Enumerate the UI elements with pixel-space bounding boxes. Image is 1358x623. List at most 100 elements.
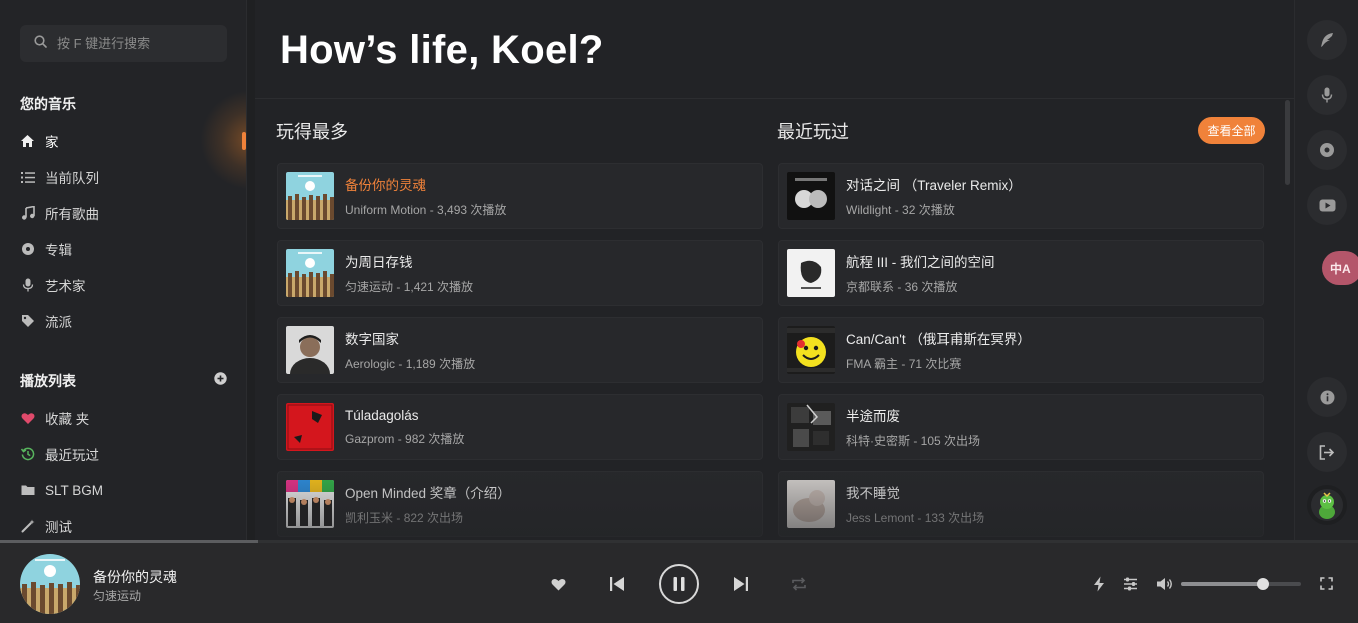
add-playlist-button[interactable] bbox=[214, 372, 227, 385]
song-title[interactable]: 我不睡觉 bbox=[846, 482, 984, 502]
song-title[interactable]: 对话之间 （Traveler Remix） bbox=[846, 174, 1022, 194]
song-title[interactable]: 数字国家 bbox=[345, 328, 475, 348]
plus-circle-icon bbox=[214, 372, 227, 385]
artist-info-button[interactable] bbox=[1307, 75, 1347, 115]
song-card[interactable]: Can/Can't （俄耳甫斯在冥界） FMA 霸主 - 71 次比赛 bbox=[778, 317, 1264, 383]
album-cover bbox=[787, 172, 835, 220]
your-music-heading: 您的音乐 bbox=[20, 96, 76, 112]
tag-icon bbox=[20, 314, 35, 329]
volume-slider[interactable] bbox=[1181, 578, 1301, 590]
song-card[interactable]: 航程 III - 我们之间的空间 京都联系 - 36 次播放 bbox=[778, 240, 1264, 306]
mute-button[interactable] bbox=[1156, 576, 1174, 592]
play-count: 32 次播放 bbox=[902, 203, 955, 217]
translate-icon: 中A bbox=[1330, 261, 1351, 276]
now-playing-artist[interactable]: 匀速运动 bbox=[93, 587, 141, 604]
heart-icon bbox=[551, 578, 566, 590]
song-artist[interactable]: 科特·史密斯 bbox=[846, 434, 910, 448]
sidebar-item-genres[interactable]: 流派 bbox=[20, 311, 72, 331]
heart-icon bbox=[20, 411, 35, 426]
song-card[interactable]: 为周日存钱 匀速运动 - 1,421 次播放 bbox=[277, 240, 763, 306]
sidebar-item-all-songs[interactable]: 所有歌曲 bbox=[20, 203, 99, 223]
playlist-item-slt-bgm[interactable]: SLT BGM bbox=[20, 480, 103, 500]
progress-bar[interactable] bbox=[0, 540, 1358, 543]
player-bar: 备份你的灵魂 匀速运动 bbox=[0, 540, 1358, 623]
playlist-item-recently-played[interactable]: 最近玩过 bbox=[20, 444, 99, 464]
album-icon bbox=[20, 242, 35, 257]
playlist-item-test[interactable]: 测试 bbox=[20, 516, 72, 536]
song-title[interactable]: 航程 III - 我们之间的空间 bbox=[846, 251, 995, 271]
song-artist[interactable]: 京都联系 bbox=[846, 280, 894, 294]
sidebar-item-albums[interactable]: 专辑 bbox=[20, 239, 72, 259]
repeat-button[interactable] bbox=[790, 576, 808, 592]
next-button[interactable] bbox=[732, 576, 750, 592]
play-count: 105 次出场 bbox=[920, 434, 981, 448]
lyrics-button[interactable] bbox=[1307, 20, 1347, 60]
song-card[interactable]: 半途而废 科特·史密斯 - 105 次出场 bbox=[778, 394, 1264, 460]
like-button[interactable] bbox=[550, 576, 567, 592]
song-card[interactable]: 备份你的灵魂 Uniform Motion - 3,493 次播放 bbox=[277, 163, 763, 229]
song-artist[interactable]: FMA 霸主 bbox=[846, 357, 898, 371]
search-box[interactable] bbox=[20, 25, 227, 62]
logout-button[interactable] bbox=[1307, 432, 1347, 472]
song-artist[interactable]: Aerologic bbox=[345, 357, 395, 371]
album-info-button[interactable] bbox=[1307, 130, 1347, 170]
song-meta: 科特·史密斯 - 105 次出场 bbox=[846, 434, 981, 448]
repeat-icon bbox=[792, 577, 806, 591]
now-playing-title[interactable]: 备份你的灵魂 bbox=[93, 567, 177, 587]
song-title[interactable]: 为周日存钱 bbox=[345, 251, 473, 271]
song-title[interactable]: 备份你的灵魂 bbox=[345, 174, 506, 194]
volume-handle[interactable] bbox=[1256, 578, 1269, 590]
sidebar-item-label: 当前队列 bbox=[45, 171, 99, 186]
now-playing-cover[interactable] bbox=[20, 554, 80, 614]
song-artist[interactable]: 匀速运动 bbox=[345, 280, 393, 294]
song-title[interactable]: 半途而废 bbox=[846, 405, 980, 425]
equalizer-icon bbox=[1123, 577, 1137, 591]
avatar[interactable] bbox=[1307, 485, 1347, 525]
song-artist[interactable]: Wildlight bbox=[846, 203, 891, 217]
about-button[interactable] bbox=[1307, 377, 1347, 417]
lightning-icon bbox=[1094, 576, 1104, 592]
sidebar-item-artists[interactable]: 艺术家 bbox=[20, 275, 86, 295]
song-meta: Uniform Motion - 3,493 次播放 bbox=[345, 203, 507, 217]
sidebar-item-queue[interactable]: 当前队列 bbox=[20, 167, 99, 187]
visualizer-button[interactable] bbox=[1092, 576, 1106, 592]
translate-button[interactable]: 中A bbox=[1322, 251, 1358, 285]
youtube-button[interactable] bbox=[1307, 185, 1347, 225]
album-cover bbox=[286, 326, 334, 374]
song-artist[interactable]: 凯利玉米 bbox=[345, 511, 393, 525]
play-count: 822 次出场 bbox=[403, 511, 464, 525]
pause-button[interactable] bbox=[659, 564, 699, 604]
song-card[interactable]: 对话之间 （Traveler Remix） Wildlight - 32 次播放 bbox=[778, 163, 1264, 229]
home-icon bbox=[20, 134, 35, 149]
song-card[interactable]: Túladagolás Gazprom - 982 次播放 bbox=[277, 394, 763, 460]
pause-icon bbox=[673, 577, 685, 591]
song-artist[interactable]: Jess Lemont bbox=[846, 511, 914, 525]
magic-wand-icon bbox=[20, 519, 35, 534]
scrollbar-thumb[interactable] bbox=[1285, 100, 1290, 185]
volume-icon bbox=[1157, 578, 1172, 590]
sidebar-item-home[interactable]: 家 bbox=[20, 131, 59, 151]
album-cover bbox=[787, 403, 835, 451]
song-artist[interactable]: Gazprom bbox=[345, 432, 394, 446]
progress-fill bbox=[0, 540, 259, 543]
song-card[interactable]: 数字国家 Aerologic - 1,189 次播放 bbox=[277, 317, 763, 383]
search-input[interactable] bbox=[57, 36, 207, 51]
playlist-item-favorites[interactable]: 收藏 夹 bbox=[20, 408, 89, 428]
song-title[interactable]: Open Minded 奖章（介绍） bbox=[345, 482, 511, 502]
album-cover bbox=[286, 249, 334, 297]
song-title[interactable]: Túladagolás bbox=[345, 408, 464, 423]
previous-button[interactable] bbox=[608, 576, 626, 592]
fullscreen-button[interactable] bbox=[1319, 576, 1334, 591]
song-card[interactable]: 我不睡觉 Jess Lemont - 133 次出场 bbox=[778, 471, 1264, 537]
song-artist[interactable]: Uniform Motion bbox=[345, 203, 426, 217]
play-count: 1,189 次播放 bbox=[405, 357, 476, 371]
album-cover bbox=[286, 480, 334, 528]
sidebar-item-label: 艺术家 bbox=[45, 279, 86, 294]
equalizer-button[interactable] bbox=[1122, 576, 1138, 592]
avatar-image bbox=[1311, 489, 1343, 521]
play-count: 982 次播放 bbox=[405, 431, 465, 446]
logout-icon bbox=[1319, 444, 1335, 460]
view-all-button[interactable]: 查看全部 bbox=[1198, 117, 1265, 144]
song-title[interactable]: Can/Can't （俄耳甫斯在冥界） bbox=[846, 328, 1031, 348]
song-card[interactable]: Open Minded 奖章（介绍） 凯利玉米 - 822 次出场 bbox=[277, 471, 763, 537]
